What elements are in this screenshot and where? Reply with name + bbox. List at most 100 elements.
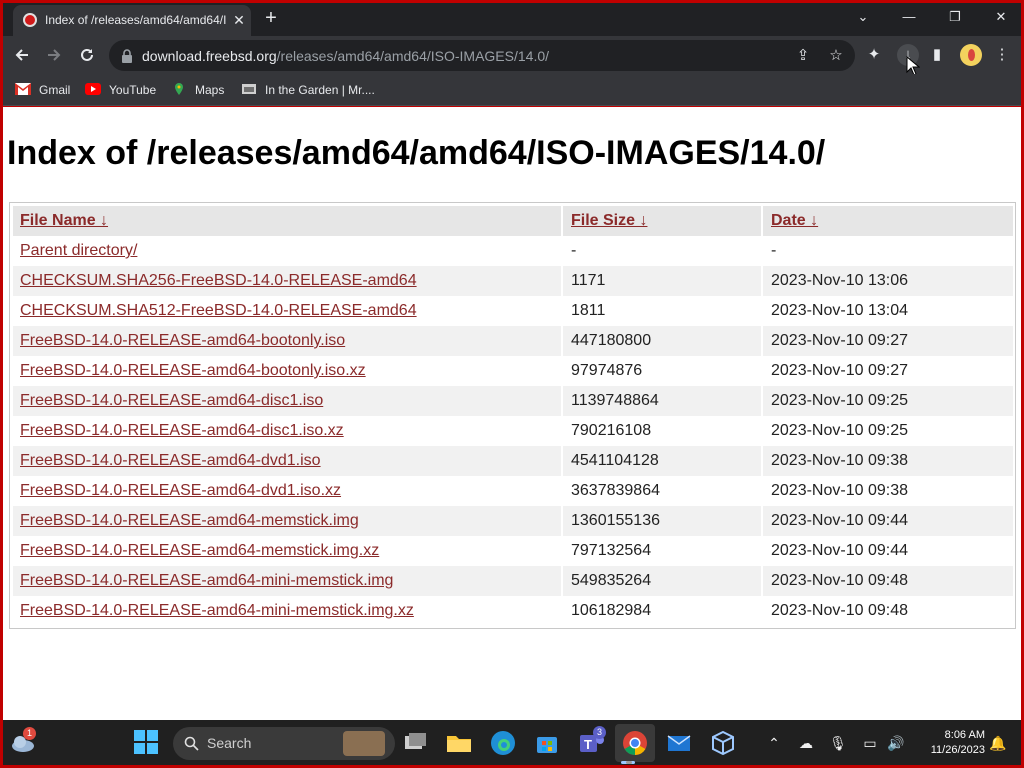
start-button[interactable] (133, 729, 161, 757)
bookmark-youtube[interactable]: YouTube (85, 81, 156, 99)
menu-kebab-icon[interactable]: ⋮ (991, 44, 1013, 66)
tray-overflow-chevron-icon[interactable]: ⌃ (763, 732, 785, 754)
bookmark-star-icon[interactable]: ☆ (825, 45, 847, 67)
browser-tab[interactable]: Index of /releases/amd64/amd64/ISO-IMAGE… (13, 5, 251, 36)
column-header-size[interactable]: File Size ↓ (565, 206, 763, 236)
side-panel-icon[interactable]: ▮ (926, 44, 948, 66)
garden-icon (242, 84, 256, 94)
store-button[interactable] (533, 729, 561, 757)
file-date-cell: 2023-Nov-10 13:04 (771, 302, 908, 319)
minimize-button[interactable]: — (894, 5, 924, 29)
file-date-cell: 2023-Nov-10 13:06 (771, 272, 908, 289)
file-link[interactable]: Parent directory/ (20, 242, 137, 259)
file-link[interactable]: FreeBSD-14.0-RELEASE-amd64-mini-memstick… (20, 602, 414, 619)
url-text[interactable]: download.freebsd.org/releases/amd64/amd6… (142, 48, 549, 64)
extensions-puzzle-icon[interactable]: ✦ (863, 44, 885, 66)
file-link[interactable]: FreeBSD-14.0-RELEASE-amd64-bootonly.iso.… (20, 362, 366, 379)
tab-title: Index of /releases/amd64/amd64/ISO-IMAGE… (45, 13, 227, 27)
tab-search-icon[interactable]: ⌄ (848, 5, 878, 29)
bookmark-gmail[interactable]: Gmail (15, 81, 70, 99)
table-row: FreeBSD-14.0-RELEASE-amd64-dvd1.iso.xz 3… (13, 476, 1013, 506)
bookmark-maps[interactable]: Maps (171, 81, 224, 99)
bookmark-label: Gmail (39, 83, 71, 97)
folder-icon (447, 736, 471, 752)
page-content: Index of /releases/amd64/amd64/ISO-IMAGE… (3, 107, 1021, 720)
file-name-cell: FreeBSD-14.0-RELEASE-amd64-dvd1.iso (13, 446, 563, 476)
taskbar-search-box[interactable]: Search (173, 727, 395, 760)
close-window-button[interactable]: ✕ (986, 5, 1016, 29)
file-link[interactable]: FreeBSD-14.0-RELEASE-amd64-dvd1.iso.xz (20, 482, 341, 499)
sort-by-date-link[interactable]: Date ↓ (771, 212, 818, 229)
clock-date: 11/26/2023 (930, 744, 985, 756)
file-name-cell: CHECKSUM.SHA512-FreeBSD-14.0-RELEASE-amd… (13, 296, 563, 326)
microphone-icon[interactable]: 🎙 (827, 732, 849, 754)
cube-icon (712, 730, 734, 756)
file-name-cell: FreeBSD-14.0-RELEASE-amd64-disc1.iso (13, 386, 563, 416)
table-row: FreeBSD-14.0-RELEASE-amd64-disc1.iso.xz … (13, 416, 1013, 446)
file-size-cell: 797132564 (565, 536, 763, 566)
forward-button[interactable] (41, 42, 67, 68)
edge-button[interactable] (489, 729, 517, 757)
file-date-cell: 2023-Nov-10 09:44 (771, 542, 908, 559)
file-link[interactable]: FreeBSD-14.0-RELEASE-amd64-dvd1.iso (20, 452, 321, 469)
file-name-cell: CHECKSUM.SHA256-FreeBSD-14.0-RELEASE-amd… (13, 266, 563, 296)
bookmark-garden[interactable]: In the Garden | Mr.... (241, 81, 375, 99)
gmail-icon (15, 83, 31, 95)
reload-button[interactable] (74, 42, 100, 68)
file-size-cell: 549835264 (565, 566, 763, 596)
file-link[interactable]: FreeBSD-14.0-RELEASE-amd64-mini-memstick… (20, 572, 393, 589)
file-date-cell: 2023-Nov-10 09:27 (771, 362, 908, 379)
url-path: /releases/amd64/amd64/ISO-IMAGES/14.0/ (276, 48, 550, 64)
sort-by-size-link[interactable]: File Size ↓ (571, 212, 647, 229)
file-date-cell: - (771, 242, 777, 259)
notification-bell-icon[interactable]: 🔔 (987, 732, 1009, 754)
table-row: FreeBSD-14.0-RELEASE-amd64-mini-memstick… (13, 566, 1013, 596)
clock-time: 8:06 AM (944, 729, 985, 741)
file-size-cell: 97974876 (565, 356, 763, 386)
teams-button[interactable]: T 3 (577, 726, 606, 757)
new-tab-button[interactable]: + (259, 6, 283, 30)
browser-toolbar: download.freebsd.org/releases/amd64/amd6… (3, 36, 1021, 76)
file-size-cell: - (565, 236, 763, 266)
system-clock[interactable]: 8:06 AM 11/26/2023 (911, 728, 985, 758)
table-row: FreeBSD-14.0-RELEASE-amd64-memstick.img.… (13, 536, 1013, 566)
profile-avatar[interactable] (960, 44, 982, 66)
file-explorer-button[interactable] (445, 729, 473, 757)
back-button[interactable] (9, 42, 35, 68)
file-link[interactable]: FreeBSD-14.0-RELEASE-amd64-bootonly.iso (20, 332, 345, 349)
file-size-cell: 3637839864 (565, 476, 763, 506)
task-view-button[interactable] (401, 729, 429, 757)
network-icon[interactable]: ▭ (859, 732, 881, 754)
chrome-button[interactable] (621, 729, 649, 757)
sort-by-name-link[interactable]: File Name ↓ (20, 212, 108, 229)
windows-logo-icon (134, 730, 158, 754)
file-link[interactable]: CHECKSUM.SHA512-FreeBSD-14.0-RELEASE-amd… (20, 302, 417, 319)
file-date-cell: 2023-Nov-10 09:38 (771, 452, 908, 469)
file-size-cell: 1139748864 (565, 386, 763, 416)
close-tab-icon[interactable]: ✕ (231, 11, 247, 29)
file-link[interactable]: FreeBSD-14.0-RELEASE-amd64-disc1.iso (20, 392, 323, 409)
column-header-name[interactable]: File Name ↓ (13, 206, 563, 236)
file-size-cell: 447180800 (565, 326, 763, 356)
bookmark-label: In the Garden | Mr.... (265, 83, 375, 97)
file-date-cell: 2023-Nov-10 09:44 (771, 512, 908, 529)
virtualbox-button[interactable] (709, 729, 737, 757)
table-row: FreeBSD-14.0-RELEASE-amd64-bootonly.iso … (13, 326, 1013, 356)
file-link[interactable]: FreeBSD-14.0-RELEASE-amd64-memstick.img.… (20, 542, 379, 559)
weather-widget[interactable]: 1 (9, 727, 37, 757)
file-link[interactable]: FreeBSD-14.0-RELEASE-amd64-disc1.iso.xz (20, 422, 344, 439)
share-icon[interactable]: ⇪ (792, 45, 814, 67)
onedrive-cloud-icon[interactable]: ☁ (795, 732, 817, 754)
mail-button[interactable] (665, 729, 693, 757)
file-link[interactable]: CHECKSUM.SHA256-FreeBSD-14.0-RELEASE-amd… (20, 272, 417, 289)
column-header-date[interactable]: Date ↓ (765, 206, 1013, 236)
table-row: FreeBSD-14.0-RELEASE-amd64-memstick.img … (13, 506, 1013, 536)
weather-badge: 1 (23, 727, 36, 740)
address-bar[interactable]: download.freebsd.org/releases/amd64/amd6… (109, 40, 855, 71)
restore-button[interactable]: ❐ (940, 5, 970, 29)
file-link[interactable]: FreeBSD-14.0-RELEASE-amd64-memstick.img (20, 512, 359, 529)
file-name-cell: FreeBSD-14.0-RELEASE-amd64-mini-memstick… (13, 566, 563, 596)
maps-icon (175, 83, 183, 95)
store-icon (537, 737, 557, 753)
volume-icon[interactable]: 🔊 (885, 732, 907, 754)
